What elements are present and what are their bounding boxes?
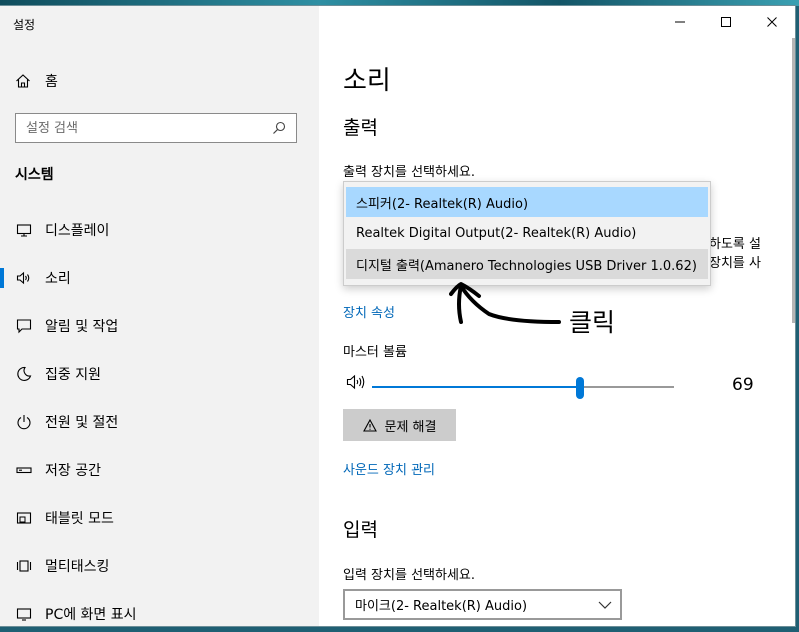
- maximize-button[interactable]: [703, 6, 749, 38]
- partial-description-line: 장치를 사: [709, 256, 761, 271]
- output-heading: 출력: [343, 117, 378, 139]
- input-heading: 입력: [343, 519, 378, 541]
- scrollbar[interactable]: [792, 38, 795, 323]
- sidebar: 설정 홈 시스템 디스플레이: [0, 6, 319, 626]
- nav-list: 디스플레이 소리 알림 및 작업 집중 지원 전원 및 절전 저장 공간 태블릿…: [0, 206, 319, 626]
- search-input[interactable]: [16, 119, 268, 137]
- moon-icon: [15, 365, 33, 383]
- sidebar-item-display[interactable]: 디스플레이: [0, 206, 319, 254]
- sidebar-item-notifications[interactable]: 알림 및 작업: [0, 302, 319, 350]
- manage-sound-devices-link[interactable]: 사운드 장치 관리: [343, 459, 435, 478]
- tablet-icon: [15, 509, 33, 527]
- sidebar-item-label: 태블릿 모드: [45, 511, 114, 527]
- speaker-icon: [15, 269, 33, 287]
- sidebar-item-label: 집중 지원: [45, 367, 101, 383]
- annotation-arrow: [449, 282, 561, 324]
- output-device-dropdown-list[interactable]: 스피커(2- Realtek(R) Audio) Realtek Digital…: [343, 181, 711, 286]
- sidebar-item-label: 저장 공간: [45, 463, 101, 479]
- search-icon[interactable]: [268, 117, 290, 139]
- master-volume-slider[interactable]: [372, 377, 674, 399]
- page-title: 소리: [343, 66, 391, 96]
- troubleshoot-button[interactable]: 문제 해결: [343, 409, 456, 441]
- section-label: 시스템: [15, 167, 54, 183]
- app-title: 설정: [13, 18, 36, 32]
- chevron-down-icon: [598, 599, 612, 614]
- annotation-text: 클릭: [569, 308, 616, 337]
- sidebar-item-power[interactable]: 전원 및 절전: [0, 398, 319, 446]
- notification-icon: [15, 317, 33, 335]
- sidebar-item-label: 전원 및 절전: [45, 415, 119, 431]
- multitasking-icon: [15, 557, 33, 575]
- input-device-label: 입력 장치를 선택하세요.: [343, 568, 475, 583]
- sidebar-item-storage[interactable]: 저장 공간: [0, 446, 319, 494]
- title-bar-controls: [657, 6, 795, 38]
- settings-window: 설정 홈 시스템 디스플레이: [0, 6, 795, 626]
- sidebar-item-label: 소리: [45, 271, 71, 287]
- monitor-icon: [15, 221, 33, 239]
- sidebar-item-multitasking[interactable]: 멀티태스킹: [0, 542, 319, 590]
- master-volume-label: 마스터 볼륨: [343, 345, 407, 360]
- sidebar-item-sound[interactable]: 소리: [0, 254, 319, 302]
- sidebar-item-label: 디스플레이: [45, 223, 110, 239]
- nav-home-label: 홈: [45, 74, 58, 90]
- dropdown-option[interactable]: Realtek Digital Output(2- Realtek(R) Aud…: [346, 218, 708, 248]
- volume-value: 69: [732, 375, 754, 395]
- home-icon: [14, 72, 32, 90]
- projecting-icon: [15, 605, 33, 623]
- sidebar-item-label: 알림 및 작업: [45, 319, 119, 335]
- storage-icon: [15, 461, 33, 479]
- slider-fill: [372, 386, 581, 388]
- input-device-select[interactable]: 마이크(2- Realtek(R) Audio): [343, 589, 622, 620]
- device-properties-link[interactable]: 장치 속성: [343, 302, 395, 321]
- close-icon: [766, 13, 778, 32]
- minimize-button[interactable]: [657, 6, 703, 38]
- dropdown-option[interactable]: 스피커(2- Realtek(R) Audio): [346, 187, 708, 217]
- troubleshoot-label: 문제 해결: [384, 419, 437, 435]
- sidebar-item-focus-assist[interactable]: 집중 지원: [0, 350, 319, 398]
- volume-icon[interactable]: [346, 373, 368, 395]
- sidebar-item-label: PC에 화면 표시: [45, 607, 137, 623]
- warning-icon: [362, 418, 377, 432]
- sidebar-item-tablet-mode[interactable]: 태블릿 모드: [0, 494, 319, 542]
- close-button[interactable]: [749, 6, 795, 38]
- search-box[interactable]: [15, 113, 297, 143]
- minimize-icon: [674, 13, 686, 32]
- input-device-value: 마이크(2- Realtek(R) Audio): [355, 599, 528, 614]
- maximize-icon: [720, 13, 732, 32]
- main-content: 소리 출력 출력 장치를 선택하세요. 스피커(2- Realtek(R) Au…: [319, 6, 795, 626]
- power-icon: [15, 413, 33, 431]
- output-device-label: 출력 장치를 선택하세요.: [343, 165, 475, 180]
- sidebar-item-label: 멀티태스킹: [45, 559, 110, 575]
- partial-description-line: 하도록 설: [709, 237, 761, 252]
- slider-thumb[interactable]: [576, 377, 585, 399]
- sidebar-item-projecting[interactable]: PC에 화면 표시: [0, 590, 319, 626]
- nav-home[interactable]: 홈: [14, 69, 58, 93]
